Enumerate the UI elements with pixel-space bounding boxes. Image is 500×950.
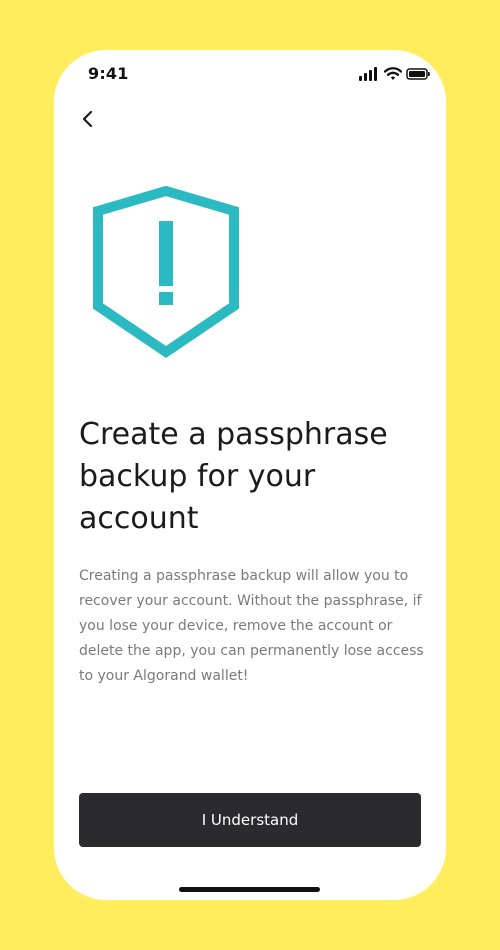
i-understand-button[interactable]: I Understand [79, 793, 421, 847]
status-bar: 9:41 [54, 50, 446, 96]
home-indicator [179, 887, 320, 892]
description-text: Creating a passphrase backup will allow … [79, 568, 424, 684]
page-title: Create a passphrase backup for your acco… [79, 417, 388, 536]
phone-screen: 9:41 Create a passphrase backup for your… [54, 50, 446, 900]
battery-icon [406, 66, 430, 82]
back-button[interactable] [74, 104, 102, 134]
shield-warning-icon [92, 186, 240, 360]
chevron-left-icon [74, 104, 102, 134]
cellular-signal-icon [358, 66, 378, 82]
status-icons [358, 66, 430, 82]
status-time: 9:41 [88, 64, 129, 83]
wifi-icon [383, 66, 403, 82]
